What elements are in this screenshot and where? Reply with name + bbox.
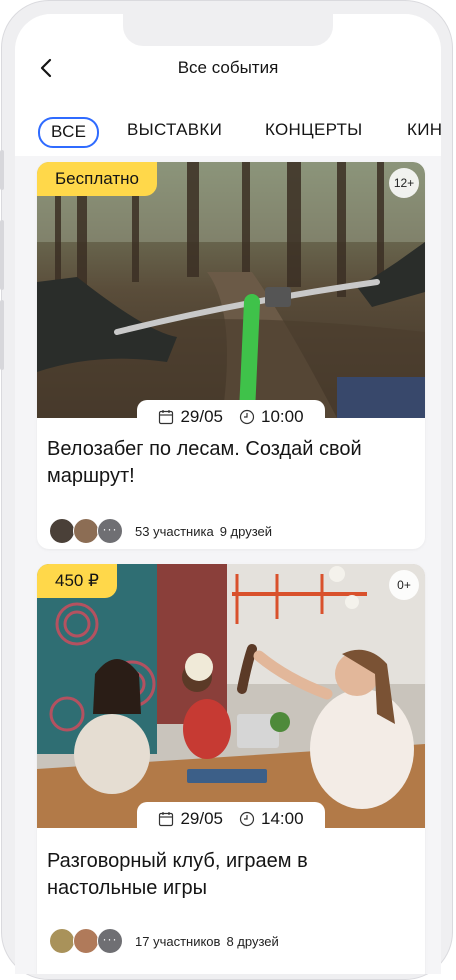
more-avatars-icon: ··· <box>97 928 123 954</box>
phone-notch <box>123 14 333 46</box>
participants-count: 53 участника <box>135 523 214 539</box>
event-time: 14:00 <box>261 809 304 828</box>
price-badge: Бесплатно <box>37 162 157 196</box>
page-title: Все события <box>177 58 279 77</box>
clock-icon <box>239 811 255 827</box>
event-card[interactable]: Бесплатно 12+ 29/05 10:00 Велозабег по л… <box>37 162 425 549</box>
clock-icon <box>239 409 255 425</box>
friend-avatars: ··· <box>49 518 123 544</box>
age-rating-badge: 0+ <box>389 570 419 600</box>
event-time: 10:00 <box>261 407 304 426</box>
event-photo <box>37 564 425 828</box>
event-title: Разговорный клуб, играем в настольные иг… <box>47 850 308 899</box>
phone-side-button <box>0 300 4 370</box>
avatar <box>73 518 99 544</box>
avatar <box>49 928 75 954</box>
more-avatars-icon: ··· <box>97 518 123 544</box>
app-screen: Все события ВСЕ ВЫСТАВКИ КОНЦЕРТЫ КИНО <box>15 14 441 974</box>
tab-all[interactable]: ВСЕ <box>38 117 100 148</box>
price-badge: 450 ₽ <box>37 564 117 598</box>
tab-cinema[interactable]: КИНО <box>407 120 441 140</box>
event-date: 29/05 <box>180 809 223 828</box>
participants-count: 17 участников <box>135 933 221 949</box>
event-photo <box>37 162 425 418</box>
avatar <box>73 928 99 954</box>
event-datetime: 29/05 14:00 <box>137 802 325 836</box>
age-rating-badge: 12+ <box>389 168 419 198</box>
participants-row: ··· 53 участника 9 друзей <box>49 518 272 544</box>
event-card[interactable]: 450 ₽ 0+ 29/05 14:00 Разговорный клуб, и… <box>37 564 425 974</box>
calendar-icon <box>159 410 174 425</box>
friend-avatars: ··· <box>49 928 123 954</box>
friends-count: 8 друзей <box>226 933 279 949</box>
tab-concerts[interactable]: КОНЦЕРТЫ <box>265 120 363 140</box>
calendar-icon <box>159 812 174 827</box>
category-tabs: ВСЕ ВЫСТАВКИ КОНЦЕРТЫ КИНО <box>15 100 441 156</box>
tab-exhibitions[interactable]: ВЫСТАВКИ <box>127 120 222 140</box>
event-date: 29/05 <box>180 407 223 426</box>
avatar <box>49 518 75 544</box>
event-datetime: 29/05 10:00 <box>137 400 325 434</box>
phone-side-button <box>0 220 4 290</box>
participants-row: ··· 17 участников 8 друзей <box>49 928 279 954</box>
friends-count: 9 друзей <box>219 523 273 539</box>
phone-side-button <box>0 150 4 190</box>
event-title: Велозабег по лесам. Создай свой маршрут! <box>47 438 362 487</box>
